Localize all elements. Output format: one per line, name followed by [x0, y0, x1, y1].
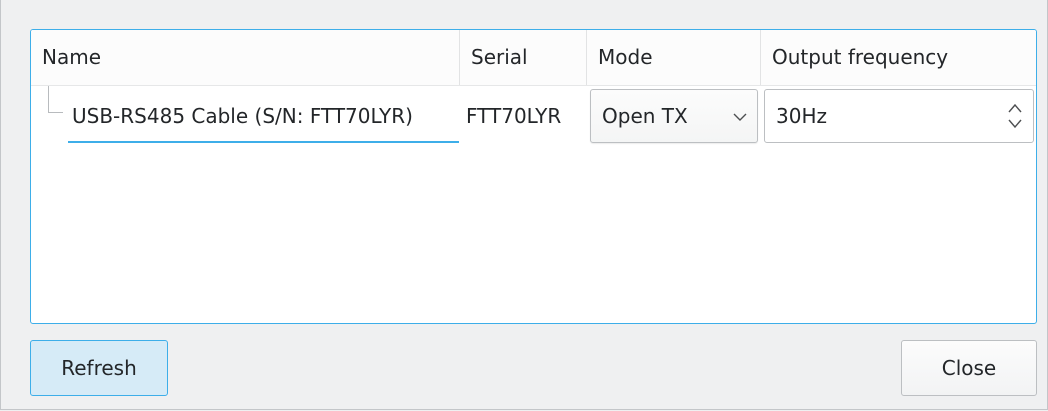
column-header-output-frequency[interactable]: Output frequency — [761, 30, 1036, 85]
chevron-down-icon — [731, 108, 749, 126]
output-frequency-spinbox[interactable] — [764, 89, 1034, 143]
device-dialog: Name Serial Mode Output frequency USB-RS… — [0, 0, 1048, 410]
column-header-serial[interactable]: Serial — [460, 30, 587, 85]
tree-branch-line — [48, 86, 63, 113]
output-frequency-input[interactable] — [766, 91, 986, 141]
mode-dropdown[interactable]: Open TX — [590, 89, 758, 143]
column-header-mode[interactable]: Mode — [587, 30, 761, 85]
tree-header: Name Serial Mode Output frequency — [31, 30, 1036, 86]
column-header-name[interactable]: Name — [31, 30, 460, 85]
mode-dropdown-value: Open TX — [602, 104, 688, 128]
up-down-arrows-icon[interactable] — [1005, 100, 1025, 132]
device-name[interactable]: USB-RS485 Cable (S/N: FTT70LYR) — [72, 102, 413, 130]
close-button[interactable]: Close — [901, 340, 1037, 396]
name-edit-underline — [68, 141, 459, 143]
device-serial: FTT70LYR — [466, 104, 562, 128]
device-tree-view[interactable]: Name Serial Mode Output frequency USB-RS… — [30, 29, 1037, 324]
refresh-button[interactable]: Refresh — [30, 340, 168, 396]
device-row[interactable]: USB-RS485 Cable (S/N: FTT70LYR) FTT70LYR… — [31, 86, 1036, 146]
